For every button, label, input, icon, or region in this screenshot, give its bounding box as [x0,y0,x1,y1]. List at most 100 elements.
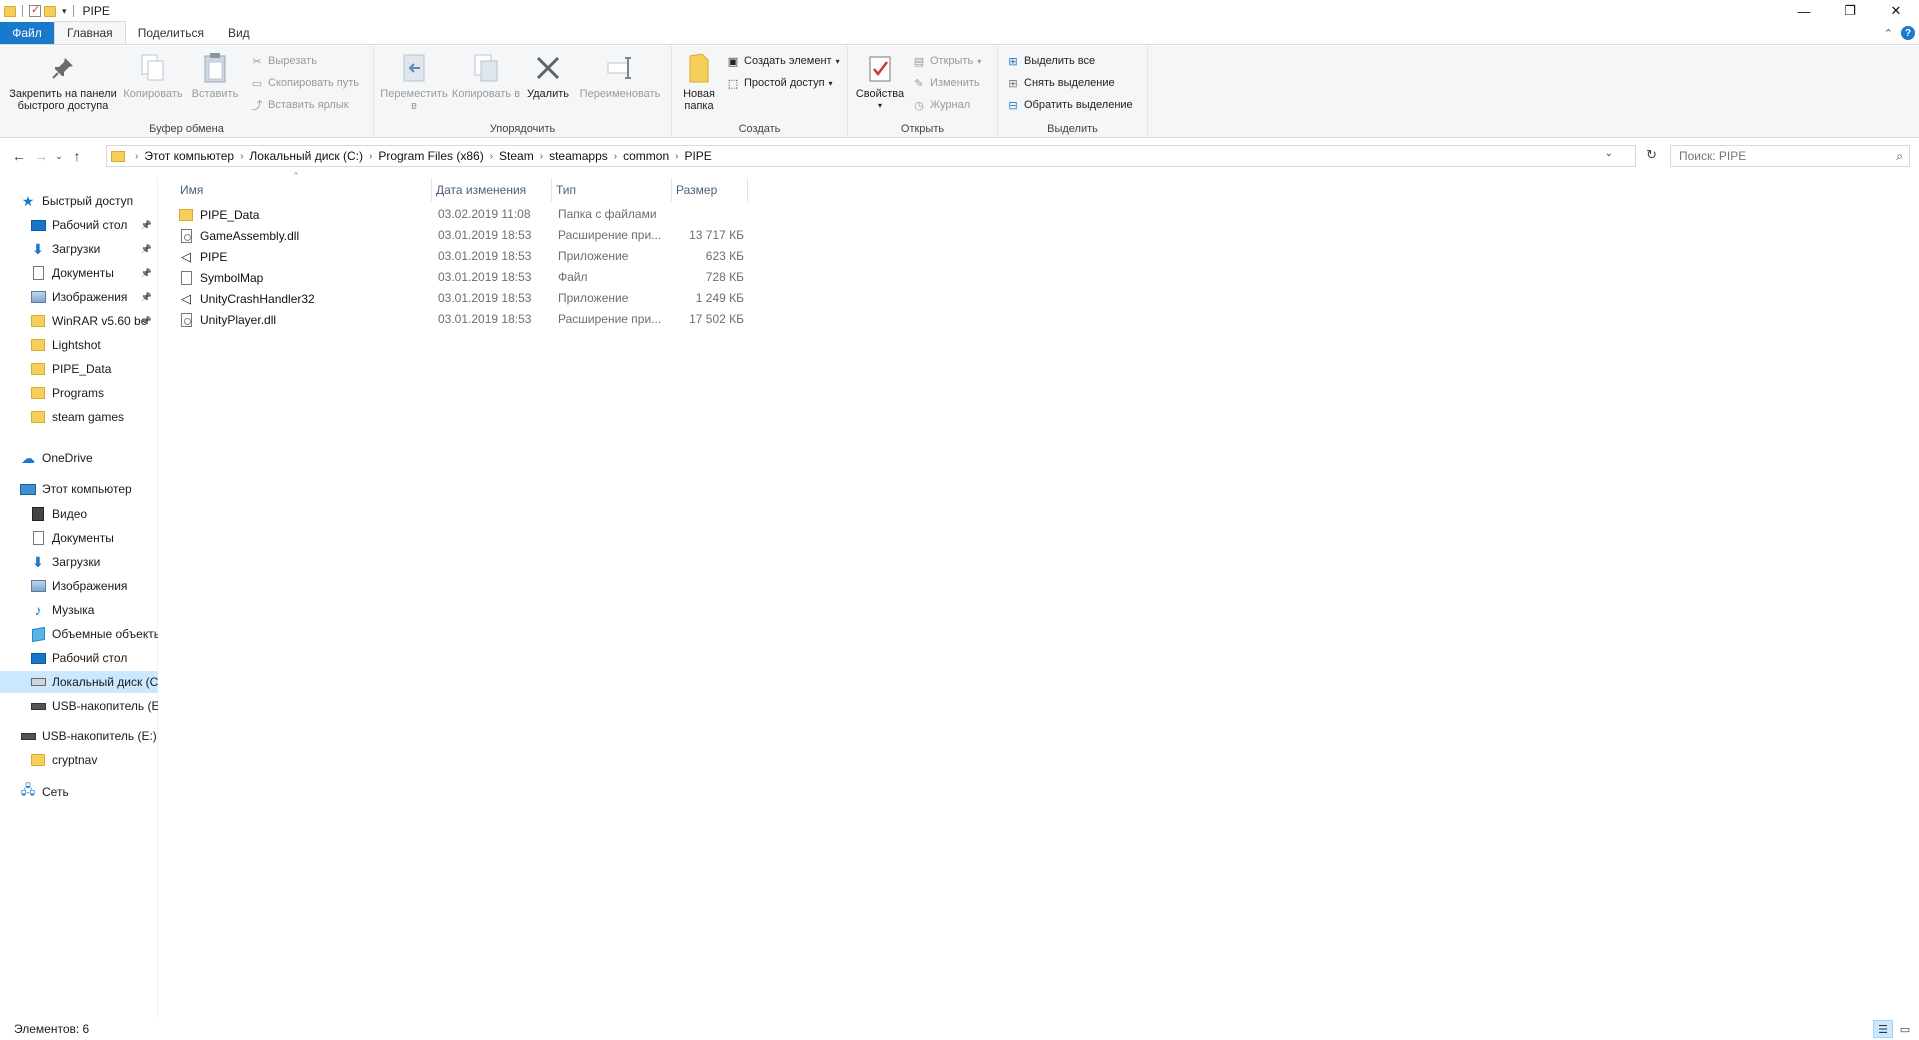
file-size: 13 717 КБ [689,228,744,242]
nav-usb-drive[interactable]: USB-накопитель (E:) [0,725,158,747]
column-header-name[interactable]: Имя ^ [176,171,432,202]
history-icon: ◷ [914,99,924,112]
nav-item-label: Объемные объекты [52,627,158,641]
nav-pc-item[interactable]: USB-накопитель (E:) [0,695,158,717]
customize-quick-access-icon[interactable]: ▾ [62,6,67,17]
maximize-button[interactable]: ❐ [1827,0,1873,22]
search-input[interactable] [1679,149,1879,163]
invert-selection-button[interactable]: ⊟ Обратить выделение [1006,97,1132,113]
chevron-right-icon[interactable]: › [614,151,617,162]
nav-pc-item[interactable]: ♪ Музыка [0,599,158,621]
music-icon: ♪ [34,602,42,618]
breadcrumb-item[interactable]: common [623,149,669,163]
nav-quick-item[interactable]: ⬇ Загрузки 📌 [0,238,158,260]
nav-quick-item[interactable]: Изображения 📌 [0,286,158,308]
search-icon[interactable]: ⌕ [1896,149,1903,164]
file-row[interactable]: GameAssembly.dll 03.01.2019 18:53 Расширен… [176,225,756,246]
tab-view[interactable]: Вид [216,22,262,44]
downloads-icon: ⬇ [32,240,44,257]
column-header-type[interactable]: Тип [552,178,672,202]
chevron-right-icon[interactable]: › [540,151,543,162]
breadcrumb-item[interactable]: Локальный диск (C:) [249,149,363,163]
up-button[interactable]: ↑ [66,145,88,167]
new-folder-quick-icon[interactable] [44,5,56,17]
paste-shortcut-button[interactable]: ⤴ Вставить ярлык [250,97,359,113]
breadcrumb-item[interactable]: steamapps [549,149,608,163]
breadcrumb-item[interactable]: Steam [499,149,534,163]
collapse-ribbon-icon[interactable]: ⌃ [1884,27,1893,40]
nav-quick-item[interactable]: Programs [0,382,158,404]
address-bar[interactable]: › Этот компьютер › Локальный диск (C:) › Prog… [106,145,1657,167]
new-item-button[interactable]: ▣ Создать элемент ▾ [726,53,840,69]
delete-label: Удалить [527,88,569,100]
column-header-date[interactable]: Дата изменения [432,178,552,202]
nav-this-pc[interactable]: Этот компьютер [0,478,158,500]
file-row[interactable]: PIPE_Data 03.02.2019 11:08 Папка с файлами [176,204,756,225]
breadcrumb-item[interactable]: Program Files (x86) [378,149,483,163]
minimize-button[interactable]: — [1781,0,1827,22]
copy-path-icon: ▭ [251,77,263,90]
refresh-icon[interactable]: ↻ [1646,147,1657,163]
file-row[interactable]: UnityPlayer.dll 03.01.2019 18:53 Расширени… [176,309,756,330]
nav-pc-item[interactable]: Видео [0,503,158,525]
address-dropdown-icon[interactable]: ⌄ [1605,148,1613,159]
tab-file[interactable]: Файл [0,22,54,44]
cut-button[interactable]: ✂ Вырезать [250,53,359,69]
large-icons-view-button[interactable]: ▭ [1895,1020,1915,1038]
nav-quick-item[interactable]: WinRAR v5.60 be 📌 [0,310,158,332]
chevron-right-icon[interactable]: › [490,151,493,162]
back-button[interactable]: ← [8,145,30,167]
history-label: Журнал [930,99,971,111]
nav-pc-item[interactable]: Локальный диск (C:) [0,671,158,693]
nav-quick-item[interactable]: Документы 📌 [0,262,158,284]
recent-locations-button[interactable]: ⌄ [52,145,66,167]
breadcrumb-item[interactable]: Этот компьютер [144,149,234,163]
search-box[interactable]: ⌕ [1670,145,1910,167]
help-icon[interactable]: ? [1901,26,1915,40]
tab-home[interactable]: Главная [54,21,126,44]
nav-usb-item[interactable]: cryptnav [0,749,158,771]
folder-icon [30,361,46,377]
file-row[interactable]: ◁ UnityCrashHandler32 03.01.2019 18:53 Прил… [176,288,756,309]
tab-share[interactable]: Поделиться [126,22,216,44]
select-none-button[interactable]: ⊞ Снять выделение [1006,75,1133,91]
nav-pc-item[interactable]: Объемные объекты [0,623,158,645]
breadcrumb-item[interactable]: PIPE [684,149,711,163]
chevron-right-icon[interactable]: › [240,151,243,162]
edit-button[interactable]: ✎ Изменить [912,75,981,91]
forward-button[interactable]: → [30,145,52,167]
open-label: Открыть [930,55,974,67]
chevron-right-icon[interactable]: › [135,151,138,162]
file-row[interactable]: ◁ PIPE 03.01.2019 18:53 Приложение 623 КБ [176,246,756,267]
file-name-cell: ◁ PIPE [176,249,426,265]
nav-quick-item[interactable]: PIPE_Data [0,358,158,380]
nav-quick-access[interactable]: ★ Быстрый доступ [0,190,158,212]
select-all-button[interactable]: ⊞ Выделить все [1006,53,1133,69]
details-view-button[interactable]: ☰ [1873,1020,1893,1038]
chevron-right-icon[interactable]: › [369,151,372,162]
nav-pc-item[interactable]: Изображения [0,575,158,597]
window-title: PIPE [82,4,110,18]
copy-path-button[interactable]: ▭ Скопировать путь [250,75,359,91]
history-button[interactable]: ◷ Журнал [912,97,981,113]
file-row[interactable]: SymbolMap 03.01.2019 18:53 Файл 728 КБ [176,267,756,288]
nav-pc-item[interactable]: ⬇ Загрузки [0,551,158,573]
nav-onedrive[interactable]: ☁ OneDrive [0,447,158,469]
close-button[interactable]: ✕ [1873,0,1919,22]
drive-icon [30,674,46,690]
easy-access-button[interactable]: ⬚ Простой доступ ▾ [726,75,840,91]
nav-pc-item[interactable]: Документы [0,527,158,549]
nav-quick-item[interactable]: Lightshot [0,334,158,356]
group-label: Открыть [900,123,945,135]
column-header-size[interactable]: Размер [672,178,748,202]
select-all-icon: ⊞ [1008,55,1018,68]
nav-network[interactable]: 🖧 Сеть [0,781,158,803]
nav-quick-item[interactable]: steam games [0,406,158,428]
properties-quick-icon[interactable] [29,3,41,17]
back-arrow-icon: ← [12,148,26,164]
chevron-right-icon[interactable]: › [675,151,678,162]
open-button[interactable]: ▤ Открыть ▾ [912,53,981,69]
navigation-pane: ★ Быстрый доступ Рабочий стол 📌 ⬇ Загрузки 📌 До… [0,178,158,1018]
nav-pc-item[interactable]: Рабочий стол [0,647,158,669]
nav-quick-item[interactable]: Рабочий стол 📌 [0,214,158,236]
